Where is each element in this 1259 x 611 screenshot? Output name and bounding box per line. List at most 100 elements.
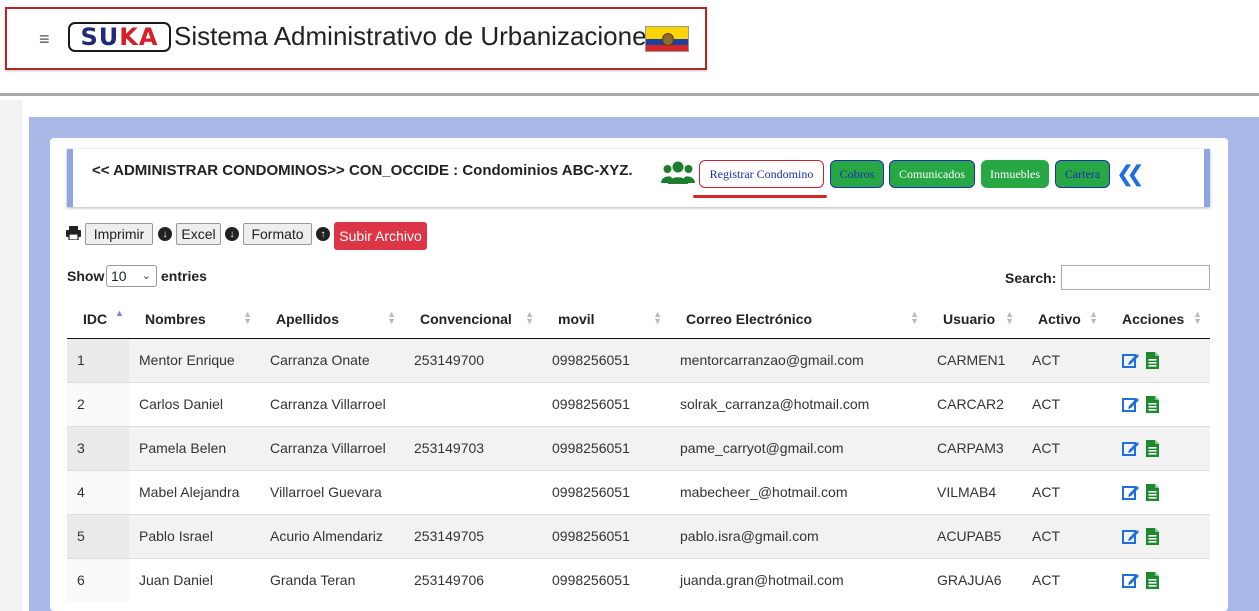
printer-icon: [66, 226, 81, 243]
formato-button[interactable]: Formato: [243, 223, 312, 245]
cell-movil: 0998256051: [542, 381, 670, 426]
cell-convencional: 253149700: [404, 337, 542, 382]
cell-acciones: [1106, 425, 1210, 470]
cell-idc: 4: [67, 469, 129, 514]
app-title: Sistema Administrativo de Urbanizaciones: [174, 21, 660, 51]
cell-convencional: 253149705: [404, 513, 542, 558]
column-header-acciones[interactable]: Acciones ▲ ▼: [1106, 300, 1210, 339]
cell-activo: ACT: [1022, 557, 1106, 602]
column-header-correo[interactable]: Correo Electrónico ▲ ▼: [670, 300, 927, 339]
cell-apellidos: Carranza Villarroel: [260, 381, 404, 426]
table-row: 6 Juan Daniel Granda Teran 253149706 0998256…: [67, 557, 1210, 602]
document-icon[interactable]: [1146, 483, 1159, 501]
cell-apellidos: Villarroel Guevara: [260, 469, 404, 514]
document-icon[interactable]: [1146, 351, 1159, 369]
cell-idc: 3: [67, 425, 129, 470]
table-header-row: IDC ▲ Nombres ▲ ▼ Apellidos ▲ ▼ Convencional ▲…: [67, 300, 1210, 339]
column-header-apellidos[interactable]: Apellidos ▲ ▼: [260, 300, 404, 339]
cell-correo: pame_carryot@gmail.com: [670, 425, 927, 470]
registrar-condomino-button[interactable]: Registrar Condomino: [699, 160, 824, 188]
panel-title: << ADMINISTRAR CONDOMINOS>> CON_OCCIDE :…: [92, 162, 633, 179]
column-header-usuario[interactable]: Usuario ▲ ▼: [927, 300, 1022, 339]
cell-nombres: Pamela Belen: [129, 425, 260, 470]
cell-acciones: [1106, 381, 1210, 426]
cell-usuario: CARMEN1: [927, 337, 1022, 382]
cell-nombres: Carlos Daniel: [129, 381, 260, 426]
logo-letter-u: U: [98, 23, 120, 51]
side-strip: [0, 100, 22, 611]
cell-apellidos: Carranza Villarroel: [260, 425, 404, 470]
cell-convencional: [404, 469, 542, 514]
table-row: 1 Mentor Enrique Carranza Onate 253149700 09…: [67, 337, 1210, 382]
upload-icon: ↑: [316, 227, 330, 241]
download-icon: ↓: [225, 227, 239, 241]
table-row: 2 Carlos Daniel Carranza Villarroel 0998256…: [67, 381, 1210, 426]
document-icon[interactable]: [1146, 527, 1159, 545]
document-icon[interactable]: [1146, 571, 1159, 589]
imprimir-button[interactable]: Imprimir: [85, 223, 153, 245]
column-header-convencional[interactable]: Convencional ▲ ▼: [404, 300, 542, 339]
comunicados-button[interactable]: Comunicados: [889, 160, 975, 188]
cell-activo: ACT: [1022, 425, 1106, 470]
cell-nombres: Pablo Israel: [129, 513, 260, 558]
users-icon: [661, 160, 695, 191]
cell-nombres: Mentor Enrique: [129, 337, 260, 382]
hamburger-icon[interactable]: ≡: [39, 29, 50, 50]
cell-idc: 6: [67, 557, 129, 602]
cell-idc: 2: [67, 381, 129, 426]
cell-usuario: CARCAR2: [927, 381, 1022, 426]
condominos-table: IDC ▲ Nombres ▲ ▼ Apellidos ▲ ▼ Convencional ▲…: [67, 300, 1210, 602]
cell-acciones: [1106, 469, 1210, 514]
excel-button[interactable]: Excel: [176, 223, 221, 245]
cartera-button[interactable]: Cartera: [1055, 160, 1110, 188]
cell-activo: ACT: [1022, 469, 1106, 514]
column-header-activo[interactable]: Activo ▲ ▼: [1022, 300, 1106, 339]
cell-apellidos: Carranza Onate: [260, 337, 404, 382]
cell-convencional: 253149706: [404, 557, 542, 602]
active-underline: [693, 195, 827, 198]
cell-correo: mentorcarranzao@gmail.com: [670, 337, 927, 382]
column-header-nombres[interactable]: Nombres ▲ ▼: [129, 300, 260, 339]
cell-idc: 1: [67, 337, 129, 382]
edit-icon[interactable]: [1122, 396, 1140, 413]
edit-icon[interactable]: [1122, 572, 1140, 589]
subir-archivo-button[interactable]: Subir Archivo: [334, 222, 427, 250]
cobros-button[interactable]: Cobros: [830, 160, 884, 188]
cell-activo: ACT: [1022, 513, 1106, 558]
cell-correo: solrak_carranza@hotmail.com: [670, 381, 927, 426]
top-header: ≡ SUKA Sistema Administrativo de Urbaniz…: [0, 0, 1259, 96]
cell-convencional: [404, 381, 542, 426]
entries-select[interactable]: 10 ⌄: [106, 265, 157, 287]
cell-apellidos: Granda Teran: [260, 557, 404, 602]
cell-acciones: [1106, 513, 1210, 558]
cell-usuario: ACUPAB5: [927, 513, 1022, 558]
edit-icon[interactable]: [1122, 440, 1140, 457]
ecuador-flag-icon: [645, 26, 689, 52]
cell-acciones: [1106, 337, 1210, 382]
edit-icon[interactable]: [1122, 484, 1140, 501]
cell-nombres: Juan Daniel: [129, 557, 260, 602]
cell-idc: 5: [67, 513, 129, 558]
table-row: 4 Mabel Alejandra Villarroel Guevara 099825…: [67, 469, 1210, 514]
edit-icon[interactable]: [1122, 528, 1140, 545]
column-header-movil[interactable]: movil ▲ ▼: [542, 300, 670, 339]
cell-activo: ACT: [1022, 337, 1106, 382]
cell-movil: 0998256051: [542, 425, 670, 470]
edit-icon[interactable]: [1122, 352, 1140, 369]
cell-correo: mabecheer_@hotmail.com: [670, 469, 927, 514]
logo-letter-a: A: [138, 23, 159, 51]
document-icon[interactable]: [1146, 395, 1159, 413]
download-icon: ↓: [158, 227, 172, 241]
table-row: 5 Pablo Israel Acurio Almendariz 253149705 0…: [67, 513, 1210, 558]
double-chevron-left-icon[interactable]: ❮❮: [1116, 161, 1145, 187]
show-label: Show: [67, 268, 105, 284]
inmuebles-button[interactable]: Inmuebles: [981, 160, 1049, 188]
cell-apellidos: Acurio Almendariz: [260, 513, 404, 558]
cell-correo: pablo.isra@gmail.com: [670, 513, 927, 558]
cell-movil: 0998256051: [542, 337, 670, 382]
chevron-down-icon: ⌄: [141, 270, 151, 282]
document-icon[interactable]: [1146, 439, 1159, 457]
search-input[interactable]: [1061, 265, 1210, 290]
column-header-idc[interactable]: IDC ▲: [67, 300, 129, 339]
brand-box: ≡ SUKA Sistema Administrativo de Urbaniz…: [5, 7, 707, 70]
